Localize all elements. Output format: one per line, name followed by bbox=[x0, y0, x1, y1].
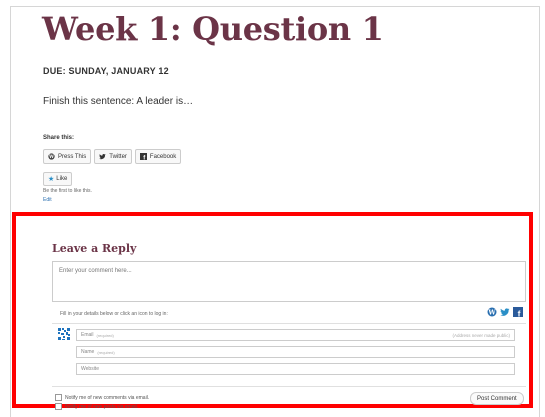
notify-posts[interactable]: Notify me of new posts via email. bbox=[55, 403, 138, 410]
notify-comments-label: Notify me of new comments via email. bbox=[65, 394, 150, 401]
due-date: DUE: SUNDAY, JANUARY 12 bbox=[43, 66, 169, 76]
website-label: Website bbox=[81, 366, 99, 372]
share-heading: Share this: bbox=[43, 135, 75, 141]
name-required: (required) bbox=[97, 349, 115, 355]
website-field[interactable]: Website bbox=[76, 363, 515, 375]
twitter-label: Twitter bbox=[109, 153, 127, 160]
notify-comments-checkbox[interactable] bbox=[55, 394, 62, 401]
facebook-login-icon[interactable]: f bbox=[513, 307, 523, 317]
press-this-label: Press This bbox=[58, 153, 87, 160]
email-note: (Address never made public) bbox=[452, 332, 510, 338]
svg-text:f: f bbox=[518, 309, 521, 318]
like-button[interactable]: ★ Like bbox=[43, 172, 73, 186]
post-body: Finish this sentence: A leader is… bbox=[43, 96, 194, 107]
edit-link[interactable]: Edit bbox=[43, 197, 52, 203]
svg-text:W: W bbox=[487, 308, 496, 316]
comment-textarea[interactable]: Enter your comment here... bbox=[52, 261, 526, 302]
like-note: Be the first to like this. bbox=[43, 188, 92, 194]
login-hint: Fill in your details below or click an i… bbox=[60, 311, 168, 317]
email-required: (required) bbox=[96, 332, 114, 338]
notify-comments[interactable]: Notify me of new comments via email. bbox=[55, 394, 149, 401]
email-label: Email bbox=[81, 332, 94, 338]
facebook-icon: f bbox=[139, 153, 147, 160]
name-field[interactable]: Name (required) bbox=[76, 346, 515, 358]
wordpress-icon: W bbox=[48, 153, 55, 160]
notify-posts-checkbox[interactable] bbox=[55, 403, 62, 410]
like-label: Like bbox=[56, 176, 68, 182]
twitter-share-button[interactable]: Twitter bbox=[94, 149, 132, 164]
svg-text:f: f bbox=[143, 156, 145, 160]
star-icon: ★ bbox=[48, 176, 55, 183]
facebook-label: Facebook bbox=[149, 153, 177, 160]
notify-posts-label: Notify me of new posts via email. bbox=[65, 403, 139, 410]
gravatar-icon bbox=[57, 327, 71, 341]
page-title: Week 1: Question 1 bbox=[42, 10, 384, 48]
twitter-icon bbox=[99, 154, 106, 160]
login-icons: W f bbox=[487, 307, 523, 317]
email-field[interactable]: Email (required) (Address never made pub… bbox=[76, 329, 515, 341]
facebook-share-button[interactable]: f Facebook bbox=[134, 149, 182, 164]
post-comment-button[interactable]: Post Comment bbox=[470, 392, 524, 405]
twitter-login-icon[interactable] bbox=[500, 307, 510, 317]
name-label: Name bbox=[81, 349, 95, 355]
reply-title: Leave a Reply bbox=[52, 242, 137, 255]
svg-text:W: W bbox=[48, 154, 55, 160]
wordpress-login-icon[interactable]: W bbox=[487, 307, 497, 317]
press-this-button[interactable]: W Press This bbox=[43, 149, 92, 164]
share-buttons: W Press This Twitter f Facebook bbox=[43, 149, 182, 164]
